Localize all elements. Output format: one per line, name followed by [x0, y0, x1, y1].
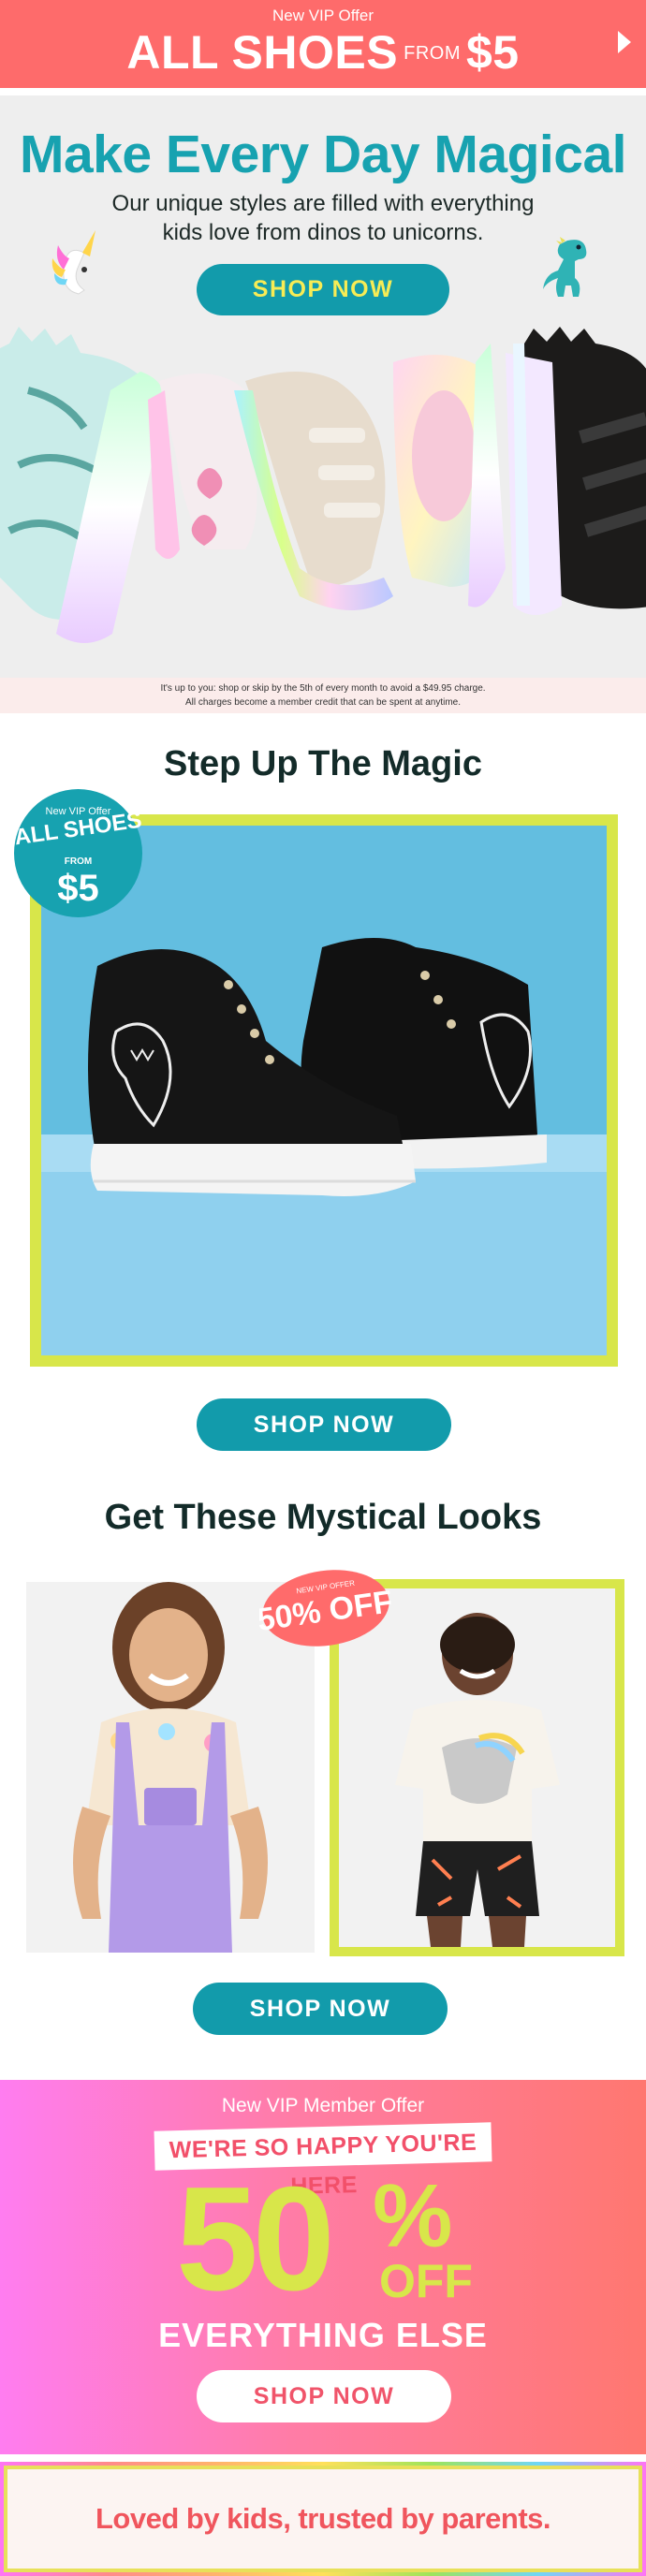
badge-from: FROM [64, 856, 93, 867]
banner-headline: ALL SHOES FROM $5 [0, 26, 646, 80]
step-up-title: Step Up The Magic [164, 744, 482, 783]
hero-section: Make Every Day Magical Our unique styles… [0, 95, 646, 678]
loved-by-kids-banner: Loved by kids, trusted by parents. [0, 2462, 646, 2576]
badge-price: $5 [57, 868, 99, 909]
loved-banner-text: Loved by kids, trusted by parents. [95, 2502, 551, 2535]
hero-title: Make Every Day Magical [19, 124, 627, 184]
promo-percent: % [373, 2166, 453, 2266]
mystical-shop-now-button[interactable]: SHOP NOW [193, 1983, 448, 2035]
banner-headline-from: FROM [404, 43, 461, 64]
banner-eyebrow: New VIP Offer [272, 7, 374, 24]
unicorn-icon [51, 230, 95, 295]
light-up-shoes-image [0, 327, 646, 643]
mystical-looks-title: Get These Mystical Looks [104, 1498, 542, 1537]
legal-line1: It's up to you: shop or skip by the 5th … [160, 683, 486, 694]
fifty-percent-off-badge: NEW VIP OFFER 50% OFF [259, 1570, 392, 1647]
legal-line2: All charges become a member credit that … [184, 697, 462, 708]
promo-shop-now-button[interactable]: SHOP NOW [197, 2370, 451, 2422]
vip-member-promo[interactable]: New VIP Member Offer WE'RE SO HAPPY YOU'… [0, 2080, 646, 2454]
promo-eyebrow: New VIP Member Offer [221, 2095, 425, 2116]
all-shoes-badge: New VIP Offer ALL SHOES FROM $5 [13, 789, 143, 917]
banner-headline-price: $5 [466, 26, 520, 79]
promo-big-number: 50 [176, 2157, 335, 2321]
hero-legal-note: It's up to you: shop or skip by the 5th … [0, 678, 646, 713]
promo-off: OFF [379, 2255, 473, 2307]
loved-banner-inner: Loved by kids, trusted by parents. [4, 2466, 642, 2572]
top-offer-banner[interactable]: New VIP Offer ALL SHOES FROM $5 [0, 0, 646, 88]
chevron-right-icon[interactable] [618, 31, 631, 53]
hero-shop-now-button[interactable]: SHOP NOW [197, 264, 449, 315]
dinosaur-icon [543, 237, 587, 297]
banner-headline-main: ALL SHOES [126, 26, 399, 79]
hero-subtitle-line1: Our unique styles are filled with everyt… [111, 191, 535, 216]
promo-everything-else: EVERYTHING ELSE [158, 2316, 488, 2354]
step-up-shop-now-button[interactable]: SHOP NOW [197, 1398, 451, 1451]
